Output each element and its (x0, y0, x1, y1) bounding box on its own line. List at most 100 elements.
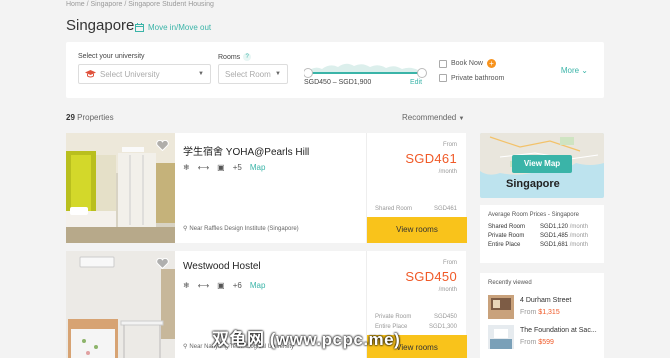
calendar-icon (135, 23, 144, 32)
from-label: From (520, 339, 537, 346)
slider-min-handle (304, 68, 313, 78)
washer-icon: ▣ (217, 281, 225, 290)
room-type: Shared Room (375, 206, 413, 212)
map-link[interactable]: Map (250, 281, 266, 290)
sort-dropdown[interactable]: Recommended ▼ (402, 113, 464, 122)
private-bathroom-label: Private bathroom (451, 74, 505, 82)
unit: /month (569, 224, 589, 230)
move-in-out-link[interactable]: Move in/Move out (135, 23, 211, 32)
map-card[interactable]: View Map Singapore (480, 133, 604, 198)
price-range-slider[interactable] (304, 57, 428, 79)
average-prices-title: Average Room Prices - Singapore (488, 212, 579, 218)
recently-viewed-item[interactable]: The Foundation at Sac... From $599 (488, 325, 600, 351)
location: ⚲ Near Raffles Design Institute (Singapo… (183, 225, 299, 233)
unit: /month (569, 233, 589, 239)
graduation-cap-icon (85, 70, 96, 78)
rooms-select[interactable]: Select Room ▼ (218, 64, 288, 84)
price: $1,315 (538, 309, 560, 316)
price-row: Shared Room SGD461 (375, 206, 457, 212)
pin-icon: ⚲ (183, 344, 188, 350)
bed-icon: ⟷ (197, 163, 210, 172)
average-price-row: Shared Room SGD1,120 /month (488, 224, 596, 230)
snowflake-icon: ❄ (183, 281, 190, 290)
recently-viewed-item[interactable]: 4 Durham Street From $1,315 (488, 295, 600, 321)
amenities-row: ❄ ⟷ ▣ +5 Map (183, 163, 265, 172)
book-now-label: Book Now (451, 60, 483, 67)
map-label: Singapore (506, 178, 560, 190)
checkbox-box[interactable] (439, 74, 447, 82)
lightning-badge-icon: + (486, 59, 496, 68)
room-price: SGD1,300 (428, 324, 457, 330)
price: SGD450 (405, 269, 457, 284)
rooms-placeholder: Select Room (225, 70, 271, 79)
help-icon[interactable]: ? (243, 53, 252, 61)
edit-price-link[interactable]: Edit (410, 79, 422, 86)
price-box: From SGD461 /month Shared Room SGD461 Vi… (366, 133, 467, 243)
university-label: Select your university (78, 53, 145, 60)
chevron-down-icon: ⌄ (581, 66, 588, 75)
property-count: 29 Properties (66, 113, 114, 122)
property-name[interactable]: Westwood Hostel (183, 261, 261, 272)
snowflake-icon: ❄ (183, 163, 190, 172)
per-month: /month (438, 169, 457, 175)
amenities-row: ❄ ⟷ ▣ +6 Map (183, 281, 265, 290)
room-type: Shared Room (488, 224, 526, 230)
average-price: SGD1,485 (540, 233, 569, 239)
room-type: Private Room (488, 233, 525, 239)
sort-value: Recommended (402, 113, 457, 122)
watermark: 双龟网 (www.pcpc.me) (212, 330, 401, 349)
pin-icon: ⚲ (183, 226, 188, 232)
university-select[interactable]: Select University ▼ (78, 64, 211, 84)
book-now-checkbox[interactable]: Book Now + (439, 59, 496, 68)
amenities-extra: +6 (232, 281, 242, 290)
slider-max-handle (417, 68, 427, 78)
property-count-number: 29 (66, 113, 75, 122)
move-in-out-label: Move in/Move out (148, 23, 212, 32)
more-filters-button[interactable]: More ⌄ (561, 66, 588, 75)
location-text: Near Raffles Design Institute (Singapore… (189, 225, 299, 232)
price: $599 (538, 339, 554, 346)
average-price: SGD1,681 (540, 242, 569, 248)
map-link[interactable]: Map (250, 163, 266, 172)
filter-panel: Select your university Select University… (66, 42, 604, 98)
room-price: SGD461 (433, 206, 457, 212)
view-map-button[interactable]: View Map (512, 155, 572, 173)
rooms-label: Rooms (218, 53, 241, 61)
from-label: From (443, 260, 457, 266)
recent-property-name: 4 Durham Street (520, 297, 572, 304)
property-name[interactable]: 学生宿舍 YOHA@Pearls Hill (183, 143, 309, 158)
average-prices-card: Average Room Prices - Singapore Shared R… (480, 205, 604, 263)
chevron-down-icon: ▼ (198, 71, 204, 77)
room-type: Entire Place (488, 242, 521, 248)
price: SGD461 (405, 151, 457, 166)
washer-icon: ▣ (217, 163, 225, 172)
room-price: SGD450 (433, 314, 457, 320)
property-count-label: Properties (77, 113, 114, 122)
view-rooms-button[interactable]: View rooms (367, 217, 467, 243)
bed-icon: ⟷ (197, 281, 210, 290)
average-price-row: Private Room SGD1,485 /month (488, 233, 596, 239)
recent-property-price: From $1,315 (520, 309, 560, 316)
rooms-label-wrap: Rooms? (218, 53, 252, 61)
page-title: Singapore (66, 17, 135, 34)
price-row: Private Room SGD450 (375, 314, 457, 320)
average-price: SGD1,120 (540, 224, 569, 230)
amenities-extra: +5 (232, 163, 242, 172)
recently-viewed-title: Recently viewed (488, 280, 532, 286)
average-price-row: Entire Place SGD1,681 /month (488, 242, 596, 248)
room-type: Private Room (375, 314, 412, 320)
heart-icon[interactable] (156, 256, 169, 274)
checkbox-box[interactable] (439, 59, 447, 68)
unit: /month (569, 242, 589, 248)
property-card[interactable]: 学生宿舍 YOHA@Pearls Hill ❄ ⟷ ▣ +5 Map ⚲ Nea… (66, 133, 467, 243)
chevron-down-icon: ▼ (458, 116, 465, 122)
private-bathroom-checkbox[interactable]: Private bathroom (439, 74, 504, 82)
from-label: From (520, 309, 537, 316)
breadcrumb[interactable]: Home / Singapore / Singapore Student Hou… (66, 1, 214, 8)
recent-property-price: From $599 (520, 339, 554, 346)
recent-property-name: The Foundation at Sac... (520, 327, 597, 334)
from-label: From (443, 142, 457, 148)
recently-viewed-card: Recently viewed 4 Durham Street From $1,… (480, 273, 604, 358)
heart-icon[interactable] (156, 138, 169, 156)
chevron-down-icon: ▼ (275, 71, 281, 77)
